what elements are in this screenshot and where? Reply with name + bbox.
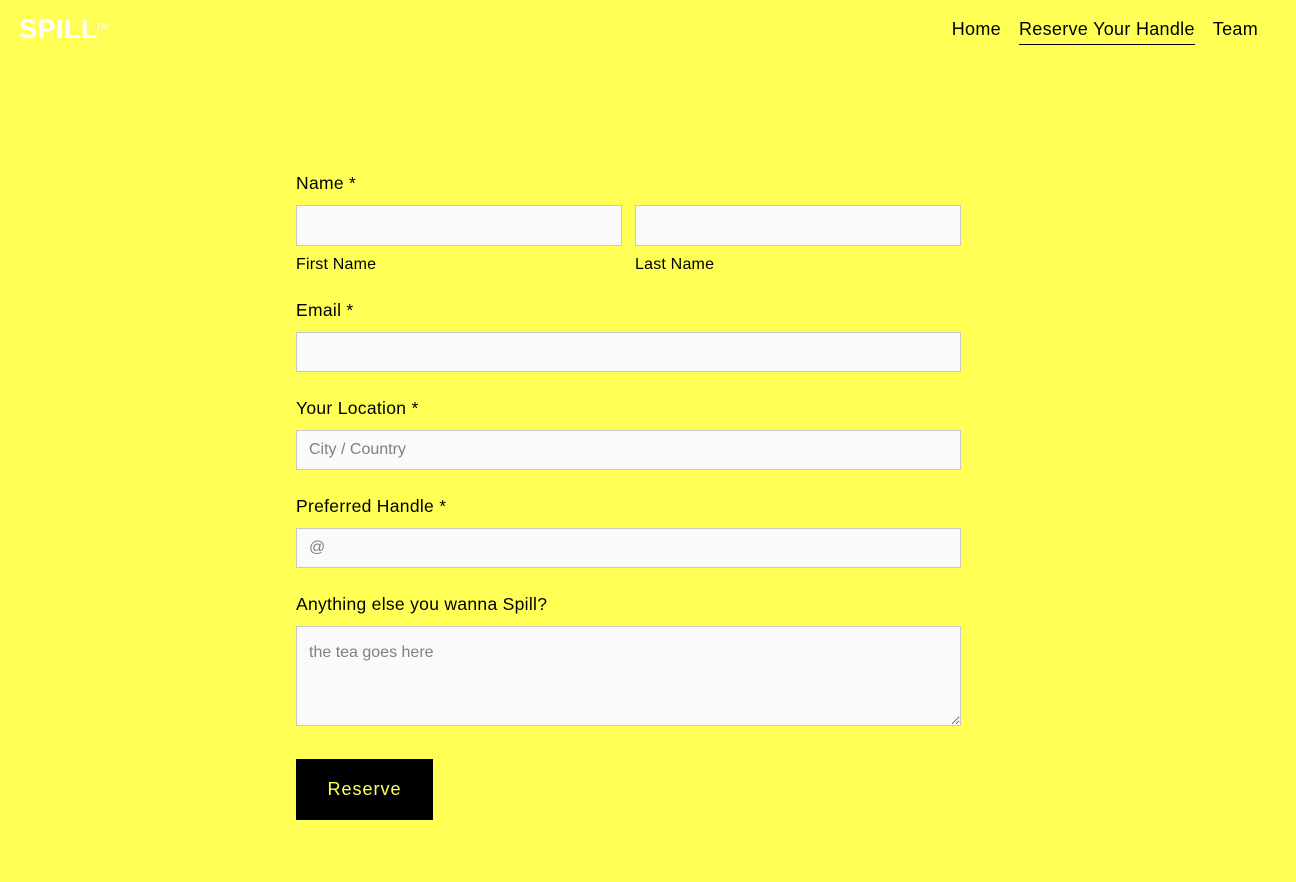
location-input[interactable] (296, 430, 961, 470)
name-label: Name * (296, 173, 357, 193)
first-name-input[interactable] (296, 205, 622, 246)
location-field: Your Location * (296, 398, 961, 470)
handle-input[interactable] (296, 528, 961, 568)
nav-team[interactable]: Team (1213, 19, 1258, 45)
nav-reserve-your-handle[interactable]: Reserve Your Handle (1018, 19, 1195, 45)
name-field: Name * First Name Last Name (296, 173, 961, 274)
last-name-sublabel: Last Name (635, 256, 715, 273)
trademark-mark: TM (96, 22, 109, 31)
handle-field: Preferred Handle * (296, 496, 961, 568)
message-textarea[interactable] (296, 626, 961, 726)
email-input[interactable] (296, 332, 961, 372)
reserve-form: Name * First Name Last Name Email * Your… (296, 173, 961, 820)
message-label: Anything else you wanna Spill? (296, 594, 548, 614)
message-field: Anything else you wanna Spill? (296, 594, 961, 731)
main-nav: Home Reserve Your Handle Team (952, 19, 1258, 45)
nav-home[interactable]: Home (952, 19, 1001, 45)
logo-text: SPILL (19, 14, 99, 44)
first-name-sublabel: First Name (296, 256, 377, 273)
last-name-input[interactable] (635, 205, 961, 246)
email-label: Email * (296, 300, 354, 320)
logo[interactable]: SPILL TM (19, 14, 108, 44)
handle-label: Preferred Handle * (296, 496, 447, 516)
email-field: Email * (296, 300, 961, 372)
reserve-button[interactable]: Reserve (296, 759, 433, 820)
location-label: Your Location * (296, 398, 419, 418)
